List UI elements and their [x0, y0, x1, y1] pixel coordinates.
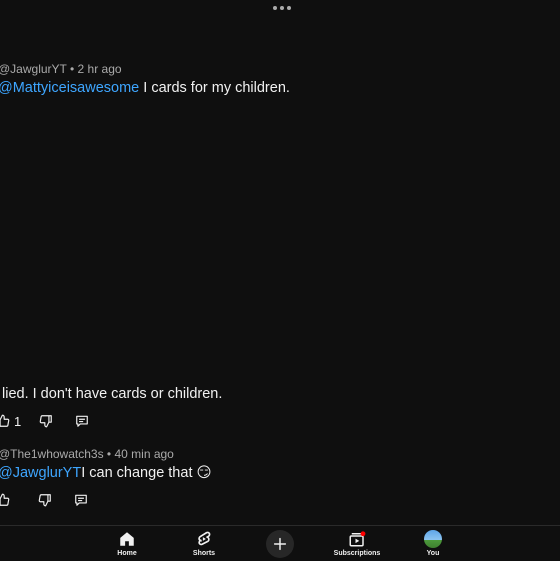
- meta-separator: •: [70, 62, 75, 76]
- subscriptions-icon: [349, 531, 366, 547]
- home-icon: [120, 532, 134, 546]
- comment-text-continued: lied. I don't have cards or children.: [2, 386, 223, 402]
- comment-meta: @The1whowatch3s • 40 min ago: [0, 447, 174, 461]
- create-button[interactable]: [266, 530, 294, 558]
- comment-time: 40 min ago: [114, 447, 174, 461]
- bottom-nav: Home Shorts Subscriptions You: [0, 525, 560, 561]
- like-count: 1: [14, 413, 22, 429]
- comment-actions: 1: [0, 413, 89, 429]
- mention-link[interactable]: @JawglurYT: [0, 465, 81, 481]
- create-icon: [273, 537, 287, 551]
- more-icon[interactable]: [273, 6, 291, 10]
- nav-home[interactable]: Home: [92, 530, 162, 557]
- comment-body: I cards for my children.: [139, 80, 290, 96]
- like-button[interactable]: 1: [0, 414, 21, 429]
- panel-title: s: [0, 20, 1, 42]
- dislike-icon: [38, 494, 51, 507]
- comment-author[interactable]: @The1whowatch3s: [0, 447, 104, 461]
- reply-icon: [75, 494, 87, 506]
- like-icon: [0, 414, 10, 427]
- nav-shorts-label: Shorts: [192, 550, 216, 557]
- reply-icon: [76, 415, 89, 427]
- comment-author[interactable]: @JawglurYT: [0, 62, 67, 76]
- meta-separator: •: [106, 447, 112, 461]
- nav-shorts[interactable]: Shorts: [169, 530, 239, 557]
- reply-button[interactable]: [74, 493, 88, 507]
- nav-subscriptions-label: Subscriptions: [333, 550, 381, 557]
- nav-home-label: Home: [117, 550, 137, 557]
- dislike-icon: [39, 415, 53, 428]
- comment-text: @Mattyiceisawesome I cards for my childr…: [0, 80, 290, 96]
- nav-you-label: You: [426, 550, 440, 557]
- shorts-icon: [198, 531, 211, 546]
- dislike-button[interactable]: [39, 414, 53, 428]
- dislike-button[interactable]: [38, 493, 52, 507]
- nav-subscriptions[interactable]: Subscriptions: [322, 530, 392, 557]
- comment-text: @JawglurYTI can change that 😏: [0, 465, 212, 481]
- avatar: [424, 530, 442, 548]
- like-icon: [0, 493, 10, 506]
- comment-time: 2 hr ago: [77, 62, 122, 76]
- nav-you[interactable]: You: [398, 530, 468, 557]
- reply-button[interactable]: [75, 414, 89, 428]
- comment-actions: [0, 492, 88, 508]
- comment-meta: @JawglurYT • 2 hr ago: [0, 62, 122, 76]
- comment-body: I can change that 😏: [81, 465, 212, 481]
- mention-link[interactable]: @Mattyiceisawesome: [0, 80, 139, 96]
- like-button[interactable]: [0, 493, 10, 507]
